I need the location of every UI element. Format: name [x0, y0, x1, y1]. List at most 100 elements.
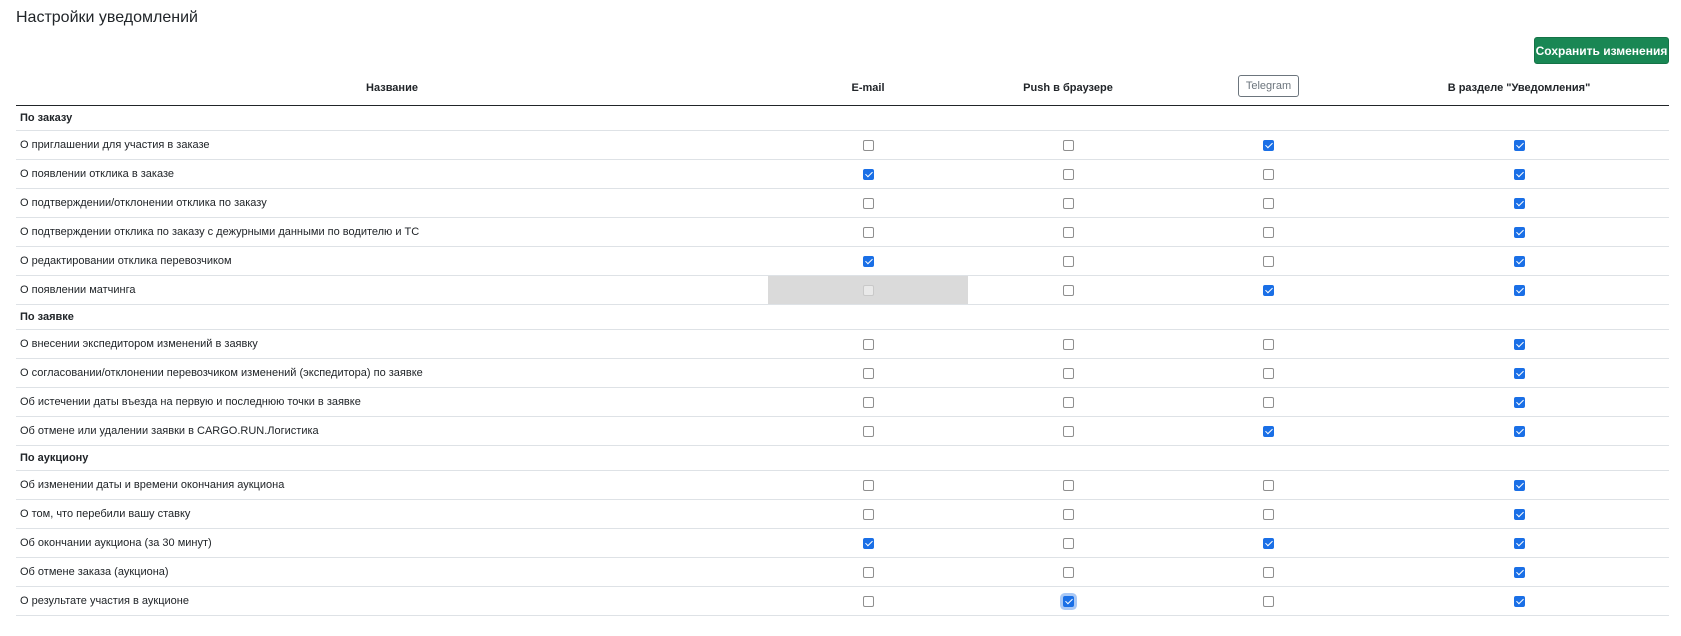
row-label: О внесении экспедитором изменений в заяв…	[16, 329, 768, 359]
push-checkbox[interactable]	[1062, 595, 1074, 607]
notifications-checkbox[interactable]	[1513, 508, 1525, 520]
cell-telegram	[1168, 275, 1369, 305]
telegram-checkbox[interactable]	[1263, 396, 1274, 408]
cell-notifications	[1369, 275, 1669, 305]
save-button[interactable]: Сохранить изменения	[1534, 37, 1669, 64]
email-checkbox[interactable]	[862, 425, 874, 437]
email-checkbox[interactable]	[862, 508, 874, 520]
email-checkbox[interactable]	[862, 537, 874, 549]
push-checkbox[interactable]	[1062, 255, 1074, 267]
notifications-checkbox[interactable]	[1513, 537, 1525, 549]
cell-notifications	[1369, 557, 1669, 587]
telegram-chip[interactable]: Telegram	[1237, 74, 1300, 97]
row-label: Об окончании аукциона (за 30 минут)	[16, 528, 768, 558]
telegram-checkbox[interactable]	[1263, 284, 1274, 296]
cell-email	[768, 130, 968, 160]
push-checkbox[interactable]	[1062, 367, 1074, 379]
cell-push	[968, 387, 1168, 417]
push-checkbox[interactable]	[1062, 566, 1074, 578]
telegram-checkbox[interactable]	[1263, 566, 1274, 578]
telegram-checkbox[interactable]	[1263, 479, 1274, 491]
cell-email	[768, 329, 968, 359]
section-title: По заказу	[16, 105, 1669, 131]
telegram-checkbox[interactable]	[1263, 595, 1274, 607]
cell-telegram	[1168, 416, 1369, 446]
push-checkbox[interactable]	[1062, 479, 1074, 491]
row-label: О появлении отклика в заказе	[16, 159, 768, 189]
notifications-checkbox[interactable]	[1513, 425, 1525, 437]
push-checkbox[interactable]	[1062, 168, 1074, 180]
table-row: О подтверждении отклика по заказу с дежу…	[16, 217, 1669, 247]
row-label: О появлении матчинга	[16, 275, 768, 305]
email-checkbox[interactable]	[862, 479, 874, 491]
table-header-row: Название E-mail Push в браузере Telegram…	[16, 70, 1669, 106]
cell-email	[768, 470, 968, 500]
email-checkbox[interactable]	[862, 197, 874, 209]
cell-notifications	[1369, 358, 1669, 388]
telegram-checkbox[interactable]	[1263, 226, 1274, 238]
cell-telegram	[1168, 586, 1369, 616]
table-row: Об отмене или удалении заявки в CARGO.RU…	[16, 416, 1669, 446]
telegram-checkbox[interactable]	[1263, 197, 1274, 209]
push-checkbox[interactable]	[1062, 396, 1074, 408]
notifications-checkbox[interactable]	[1513, 197, 1525, 209]
section-row: По заявке	[16, 304, 1669, 330]
push-checkbox[interactable]	[1062, 508, 1074, 520]
notifications-checkbox[interactable]	[1513, 479, 1525, 491]
telegram-checkbox[interactable]	[1263, 168, 1274, 180]
push-checkbox[interactable]	[1062, 338, 1074, 350]
table-row: Об истечении даты въезда на первую и пос…	[16, 387, 1669, 417]
email-checkbox[interactable]	[862, 226, 874, 238]
cell-notifications	[1369, 528, 1669, 558]
telegram-checkbox[interactable]	[1263, 367, 1274, 379]
telegram-checkbox[interactable]	[1263, 338, 1274, 350]
push-checkbox[interactable]	[1062, 284, 1074, 296]
cell-email	[768, 528, 968, 558]
cell-notifications	[1369, 387, 1669, 417]
cell-telegram	[1168, 387, 1369, 417]
telegram-checkbox[interactable]	[1263, 537, 1274, 549]
notifications-checkbox[interactable]	[1513, 284, 1525, 296]
cell-telegram	[1168, 217, 1369, 247]
cell-notifications	[1369, 188, 1669, 218]
email-checkbox[interactable]	[862, 255, 874, 267]
email-checkbox[interactable]	[862, 338, 874, 350]
push-checkbox[interactable]	[1062, 537, 1074, 549]
telegram-checkbox[interactable]	[1263, 425, 1274, 437]
row-label: Об отмене или удалении заявки в CARGO.RU…	[16, 416, 768, 446]
notifications-checkbox[interactable]	[1513, 367, 1525, 379]
push-checkbox[interactable]	[1062, 226, 1074, 238]
notifications-checkbox[interactable]	[1513, 139, 1525, 151]
notifications-checkbox[interactable]	[1513, 255, 1525, 267]
cell-push	[968, 130, 1168, 160]
notifications-checkbox[interactable]	[1513, 226, 1525, 238]
email-checkbox[interactable]	[862, 396, 874, 408]
email-checkbox[interactable]	[862, 139, 874, 151]
cell-push	[968, 557, 1168, 587]
email-checkbox[interactable]	[862, 566, 874, 578]
push-checkbox[interactable]	[1062, 197, 1074, 209]
push-checkbox[interactable]	[1062, 139, 1074, 151]
cell-push	[968, 586, 1168, 616]
column-header-push: Push в браузере	[968, 70, 1168, 106]
telegram-checkbox[interactable]	[1263, 508, 1274, 520]
telegram-checkbox[interactable]	[1263, 139, 1274, 151]
notifications-checkbox[interactable]	[1513, 396, 1525, 408]
telegram-checkbox[interactable]	[1263, 255, 1274, 267]
notifications-checkbox[interactable]	[1513, 595, 1525, 607]
cell-email	[768, 246, 968, 276]
row-label: О подтверждении отклика по заказу с дежу…	[16, 217, 768, 247]
column-header-telegram: Telegram	[1168, 70, 1369, 106]
cell-email	[768, 275, 968, 305]
cell-email	[768, 387, 968, 417]
cell-email	[768, 159, 968, 189]
notifications-checkbox[interactable]	[1513, 566, 1525, 578]
cell-push	[968, 329, 1168, 359]
cell-push	[968, 499, 1168, 529]
notifications-checkbox[interactable]	[1513, 338, 1525, 350]
email-checkbox[interactable]	[862, 595, 874, 607]
notifications-checkbox[interactable]	[1513, 168, 1525, 180]
email-checkbox[interactable]	[862, 367, 874, 379]
push-checkbox[interactable]	[1062, 425, 1074, 437]
email-checkbox[interactable]	[862, 168, 874, 180]
